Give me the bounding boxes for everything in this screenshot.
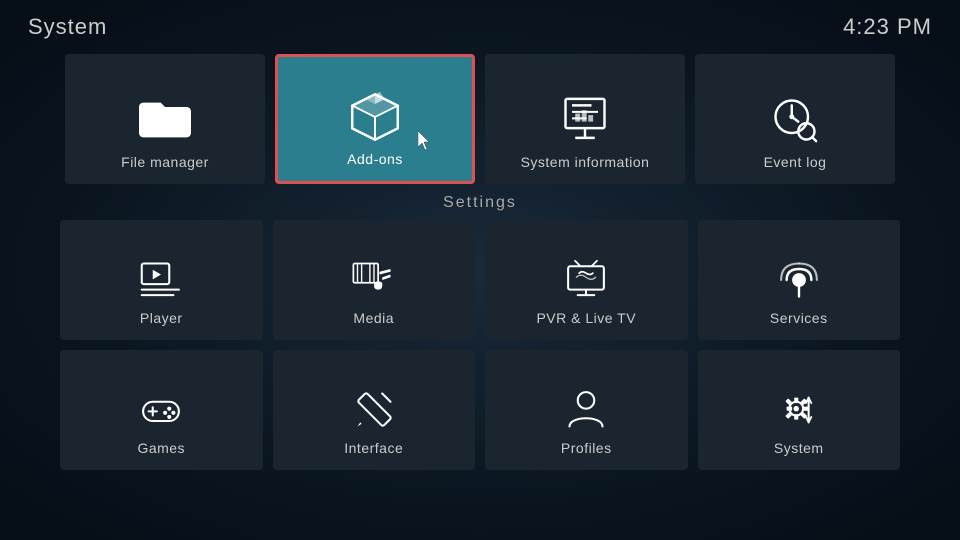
- settings-section-label: Settings: [0, 194, 960, 212]
- tv-icon: [564, 258, 608, 302]
- services-label: Services: [770, 310, 828, 326]
- clock: 4:23 PM: [843, 14, 932, 40]
- cursor-icon: [418, 131, 432, 151]
- tile-interface[interactable]: Interface: [273, 350, 476, 470]
- tile-games[interactable]: Games: [60, 350, 263, 470]
- system-information-label: System information: [521, 154, 650, 170]
- folder-icon: [139, 94, 191, 146]
- interface-label: Interface: [344, 440, 403, 456]
- add-ons-label: Add-ons: [347, 151, 403, 167]
- person-icon: [564, 388, 608, 432]
- tile-media[interactable]: Media: [273, 220, 476, 340]
- media-icon: [352, 258, 396, 302]
- tile-system-information[interactable]: System information: [485, 54, 685, 184]
- tile-profiles[interactable]: Profiles: [485, 350, 688, 470]
- tile-system[interactable]: System: [698, 350, 901, 470]
- player-label: Player: [140, 310, 183, 326]
- box-icon: [349, 91, 401, 143]
- settings-grid: Player Media PVR & Live TV: [0, 216, 960, 474]
- system-label: System: [774, 440, 824, 456]
- profiles-label: Profiles: [561, 440, 612, 456]
- gamepad-icon: [139, 388, 183, 432]
- tile-event-log[interactable]: Event log: [695, 54, 895, 184]
- media-label: Media: [353, 310, 394, 326]
- gear-fork-icon: [777, 388, 821, 432]
- tile-add-ons[interactable]: Add-ons: [275, 54, 475, 184]
- tile-player[interactable]: Player: [60, 220, 263, 340]
- play-icon: [139, 258, 183, 302]
- games-label: Games: [137, 440, 185, 456]
- event-log-label: Event log: [764, 154, 827, 170]
- tile-pvr-live-tv[interactable]: PVR & Live TV: [485, 220, 688, 340]
- app-title: System: [28, 14, 107, 40]
- header: System 4:23 PM: [0, 0, 960, 46]
- top-row: File manager Add-ons: [0, 46, 960, 188]
- pvr-live-tv-label: PVR & Live TV: [536, 310, 636, 326]
- clock-search-icon: [769, 94, 821, 146]
- tile-services[interactable]: Services: [698, 220, 901, 340]
- tile-file-manager[interactable]: File manager: [65, 54, 265, 184]
- podcast-icon: [777, 258, 821, 302]
- presentation-icon: [559, 94, 611, 146]
- pencil-icon: [352, 388, 396, 432]
- file-manager-label: File manager: [121, 154, 209, 170]
